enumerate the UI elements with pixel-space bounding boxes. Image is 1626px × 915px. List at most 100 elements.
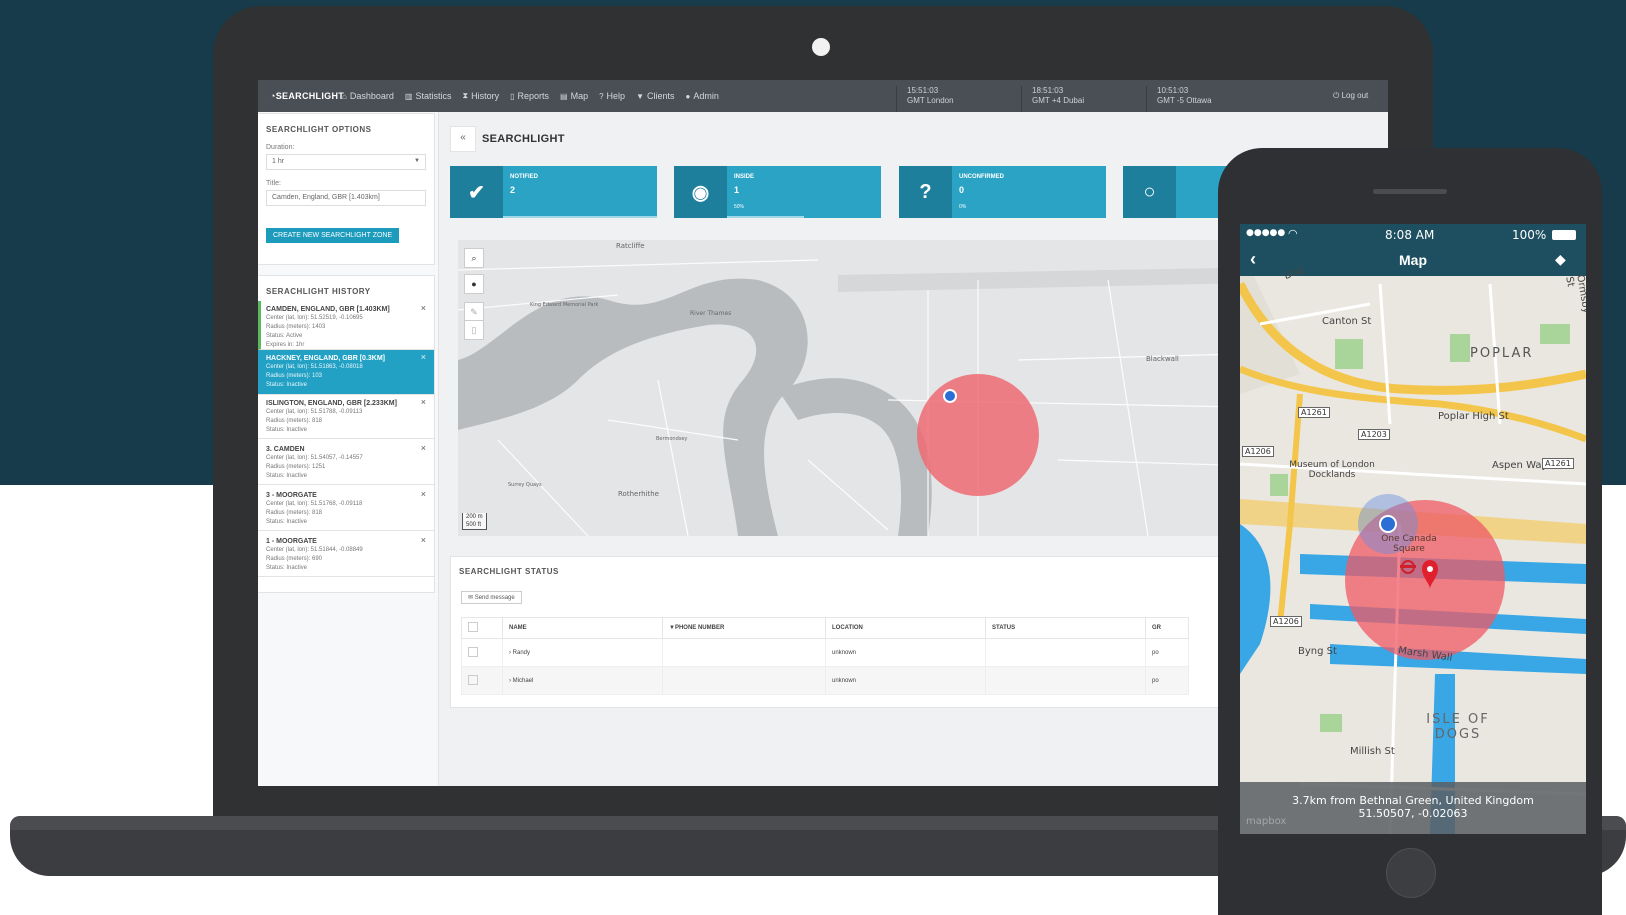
- history-item-status: Status: Inactive: [266, 473, 308, 479]
- history-item-3-camden[interactable]: 3. CAMDEN Center (lat, lon): 51.54057, -…: [258, 441, 434, 485]
- history-item-title: 3. CAMDEN: [266, 446, 305, 453]
- col-label: STATUS: [992, 625, 1016, 631]
- duration-label: Duration:: [266, 144, 295, 151]
- cell-location: unknown: [825, 638, 986, 667]
- phone-speaker: [1373, 189, 1447, 194]
- cell-phone: [662, 638, 826, 667]
- card-notified[interactable]: ✔ NOTIFIED 2: [450, 166, 657, 218]
- battery-percent: 100%: [1512, 228, 1547, 242]
- nav-item-admin[interactable]: ● Admin: [686, 91, 719, 101]
- document-icon: ▯: [510, 91, 515, 101]
- row-checkbox[interactable]: [468, 646, 478, 657]
- cell-status: [985, 666, 1146, 695]
- history-item-islington[interactable]: ISLINGTON, ENGLAND, GBR [2.233KM] Center…: [258, 395, 434, 439]
- clients-icon: ▼: [636, 91, 644, 101]
- nav-label: Admin: [693, 91, 719, 101]
- nav-item-help[interactable]: ? Help: [599, 91, 625, 101]
- distance-text: 3.7km from Bethnal Green, United Kingdom: [1292, 794, 1534, 807]
- title-input[interactable]: Camden, England, GBR [1.403km]: [266, 190, 426, 206]
- question-icon: ?: [899, 166, 952, 218]
- trash-icon[interactable]: ▯: [464, 320, 484, 340]
- send-message-label: Send message: [474, 595, 515, 601]
- cell-name-text: Michael: [512, 677, 534, 684]
- col-label: GR: [1152, 625, 1161, 631]
- area-label: POPLAR: [1470, 346, 1534, 361]
- col-status[interactable]: STATUS: [985, 617, 1146, 639]
- duration-select[interactable]: 1 hr ▼: [266, 154, 426, 170]
- brand-label: SEARCHLIGHT: [275, 91, 345, 101]
- history-item-center: Center (lat, lon): 51.51768, -0.09118: [266, 501, 363, 507]
- history-item-3-moorgate[interactable]: 3 - MOORGATE Center (lat, lon): 51.51768…: [258, 487, 434, 531]
- back-button[interactable]: «: [450, 126, 476, 152]
- history-item-center: Center (lat, lon): 51.54057, -0.14557: [266, 455, 363, 461]
- signal-icon: ●●●●●: [1246, 228, 1286, 238]
- card-value: 2: [510, 185, 516, 195]
- history-item-radius: Radius (meters): 103: [266, 373, 323, 379]
- nav-item-reports[interactable]: ▯ Reports: [510, 91, 549, 101]
- col-phone[interactable]: ▼PHONE NUMBER: [662, 617, 826, 639]
- close-icon[interactable]: ×: [421, 490, 426, 499]
- select-all-checkbox[interactable]: [468, 622, 478, 632]
- cell-gr: po: [1145, 638, 1189, 667]
- history-item-status: Status: Inactive: [266, 427, 308, 433]
- close-icon[interactable]: ×: [421, 444, 426, 453]
- card-percent: 50%: [734, 204, 745, 210]
- cell-gr: po: [1145, 666, 1189, 695]
- cell-name: › Randy: [502, 638, 663, 667]
- layers-icon[interactable]: ◆: [1555, 251, 1566, 268]
- col-location[interactable]: LOCATION: [825, 617, 986, 639]
- map-label: River Thames: [690, 310, 732, 317]
- send-message-button[interactable]: ✉ Send message: [461, 591, 522, 604]
- history-item-title: 3 - MOORGATE: [266, 492, 317, 499]
- cell-phone: [662, 666, 826, 695]
- logout-label: Log out: [1341, 91, 1369, 100]
- col-label: LOCATION: [832, 625, 863, 631]
- history-item-radius: Radius (meters): 690: [266, 556, 323, 562]
- home-button[interactable]: [1386, 848, 1436, 898]
- history-item-radius: Radius (meters): 1251: [266, 464, 326, 470]
- clock-time: 10:51:03: [1157, 86, 1189, 95]
- cell-location: unknown: [825, 666, 986, 695]
- row-checkbox[interactable]: [468, 674, 478, 685]
- options-panel: SEARCHLIGHT OPTIONS Duration: 1 hr ▼ Titl…: [258, 113, 435, 265]
- map-scale: 200 m 500 ft: [462, 513, 487, 530]
- duration-value: 1 hr: [272, 158, 285, 165]
- col-gr[interactable]: GR: [1145, 617, 1189, 639]
- table-row[interactable]: › Michael unknown po: [461, 666, 1189, 695]
- clock-time: 15:51:03: [907, 86, 939, 95]
- phone-status-bar: ●●●●● ◠ 8:08 AM 100%: [1240, 224, 1586, 246]
- brand-logo[interactable]: ◔SEARCHLIGHT: [270, 91, 344, 101]
- map-label: Blackwall: [1146, 355, 1179, 363]
- nav-item-history[interactable]: ⧗ History: [462, 91, 499, 101]
- card-inside[interactable]: ◉ INSIDE 1 50%: [674, 166, 881, 218]
- nav-item-statistics[interactable]: ▥ Statistics: [405, 91, 452, 101]
- road-shield: A1261: [1542, 458, 1574, 469]
- wifi-icon: ◠: [1288, 227, 1298, 240]
- nav-item-clients[interactable]: ▼ Clients: [636, 91, 674, 101]
- street-label: Poplar High St: [1438, 411, 1509, 422]
- locate-icon[interactable]: ●: [464, 274, 484, 294]
- close-icon[interactable]: ×: [421, 353, 426, 362]
- history-item-1-moorgate[interactable]: 1 - MOORGATE Center (lat, lon): 51.51844…: [258, 533, 434, 577]
- card-unconfirmed[interactable]: ? UNCONFIRMED 0 0%: [899, 166, 1106, 218]
- road-shield: A1261: [1298, 407, 1330, 418]
- search-icon[interactable]: ⌕: [464, 248, 484, 268]
- close-icon[interactable]: ×: [421, 398, 426, 407]
- phone-map-canvas[interactable]: [1240, 224, 1586, 834]
- nav-item-map[interactable]: ▤ Map: [560, 91, 588, 101]
- history-item-hackney[interactable]: HACKNEY, ENGLAND, GBR [0.3KM] Center (la…: [258, 350, 434, 395]
- nav-item-dashboard[interactable]: ⌂ Dashboard: [342, 91, 394, 101]
- close-icon[interactable]: ×: [421, 304, 426, 313]
- logout-link[interactable]: ⏻ Log out: [1333, 91, 1368, 101]
- history-item-title: 1 - MOORGATE: [266, 538, 317, 545]
- close-icon[interactable]: ×: [421, 536, 426, 545]
- map-label: Ratcliffe: [616, 242, 645, 250]
- create-zone-button[interactable]: CREATE NEW SEARCHLIGHT ZONE: [266, 228, 400, 243]
- card-label: UNCONFIRMED: [959, 174, 1004, 180]
- table-row[interactable]: › Randy unknown po: [461, 638, 1189, 667]
- col-name[interactable]: NAME: [502, 617, 663, 639]
- history-item-camden[interactable]: CAMDEN, ENGLAND, GBR [1.403KM] Center (l…: [258, 301, 434, 350]
- map-label: King Edward Memorial Park: [530, 302, 599, 308]
- edit-icon[interactable]: ✎: [464, 302, 484, 322]
- card-label: INSIDE: [734, 174, 755, 180]
